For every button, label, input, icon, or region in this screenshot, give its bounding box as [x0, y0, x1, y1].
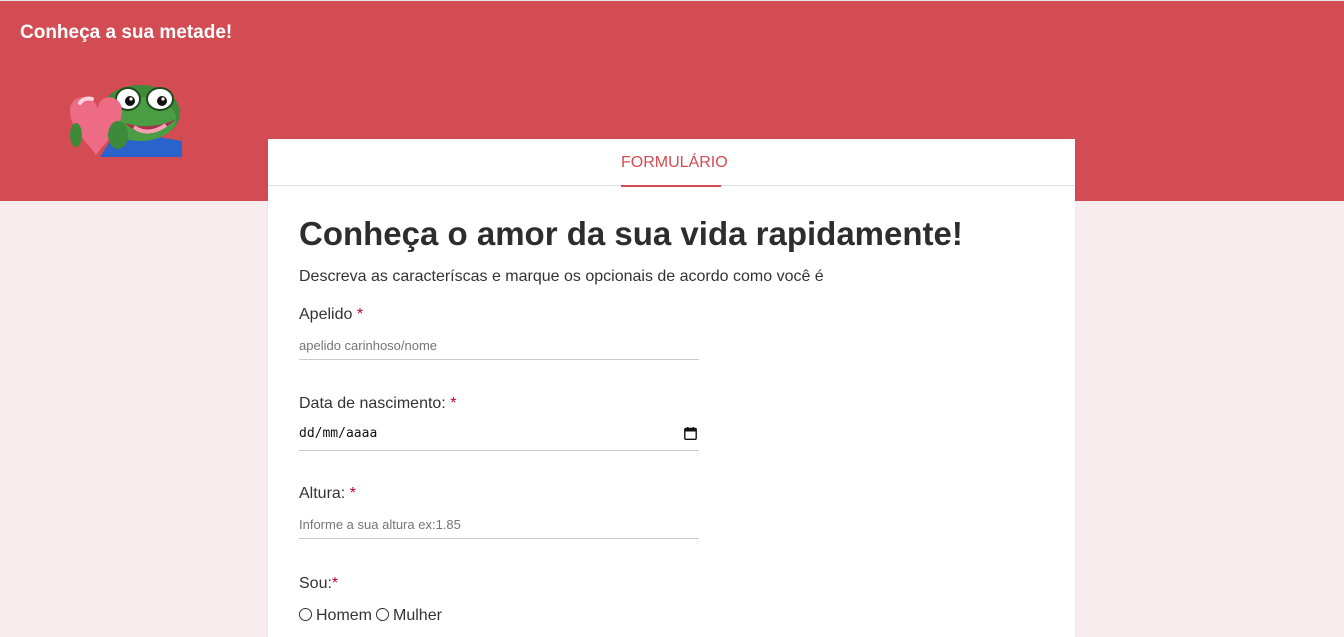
radio-label-homem: Homem	[316, 607, 373, 624]
birthdate-label: Data de nascimento: *	[299, 394, 456, 414]
gender-option-mulher[interactable]: Mulher	[376, 606, 442, 626]
frog-holding-heart-icon	[70, 85, 182, 157]
required-marker: *	[331, 575, 339, 592]
birthdate-value: dd/mm/aaaa	[299, 426, 378, 441]
gender-option-homem[interactable]: Homem	[299, 606, 372, 626]
height-label: Altura: *	[299, 484, 356, 504]
gender-radio-group: Homem Mulher	[299, 606, 446, 626]
height-input[interactable]	[299, 511, 699, 539]
form-description: Descreva as caracteríscas e marque os op…	[299, 268, 824, 285]
site-title: Conheça a sua metade!	[20, 22, 233, 43]
radio-label-mulher: Mulher	[393, 607, 442, 624]
required-marker: *	[450, 395, 457, 412]
gender-label-text: Sou:	[299, 575, 332, 592]
tab-formulario[interactable]: FORMULÁRIO	[621, 139, 728, 187]
nickname-label: Apelido *	[299, 305, 363, 325]
birthdate-label-text: Data de nascimento:	[299, 395, 451, 412]
calendar-icon[interactable]	[684, 427, 697, 440]
active-tab-indicator	[621, 185, 721, 187]
form-card: FORMULÁRIO Conheça o amor da sua vida ra…	[268, 139, 1075, 637]
birthdate-input[interactable]: dd/mm/aaaa	[299, 421, 699, 451]
tab-bar: FORMULÁRIO	[268, 139, 1075, 187]
radio-mulher[interactable]	[376, 608, 390, 621]
radio-homem[interactable]	[299, 608, 312, 621]
gender-label: Sou:*	[299, 574, 338, 594]
required-marker: *	[349, 485, 356, 502]
nickname-input[interactable]	[299, 332, 699, 360]
height-label-text: Altura:	[299, 485, 350, 502]
nickname-label-text: Apelido	[299, 306, 357, 323]
required-marker: *	[356, 306, 364, 323]
form-title: Conheça o amor da sua vida rapidamente!	[299, 215, 963, 252]
tab-label: FORMULÁRIO	[621, 154, 728, 171]
